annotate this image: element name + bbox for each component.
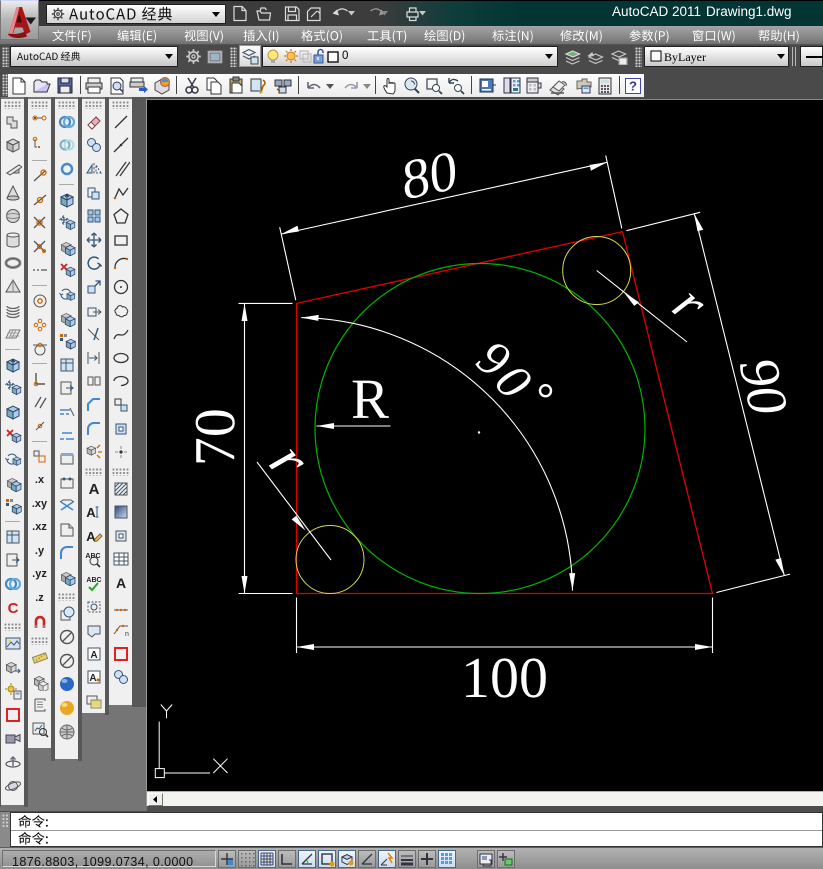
- svg-text:n: n: [125, 631, 129, 638]
- svg-text:ABC: ABC: [86, 577, 101, 584]
- svg-text:ABC: ABC: [85, 553, 100, 560]
- svg-text:A: A: [115, 575, 125, 591]
- svg-text:A: A: [86, 505, 96, 520]
- svg-text:C: C: [7, 600, 18, 617]
- svg-text:?: ?: [629, 78, 637, 93]
- svg-text:A: A: [90, 650, 97, 661]
- svg-text:A: A: [89, 673, 96, 684]
- svg-text:A: A: [88, 481, 99, 498]
